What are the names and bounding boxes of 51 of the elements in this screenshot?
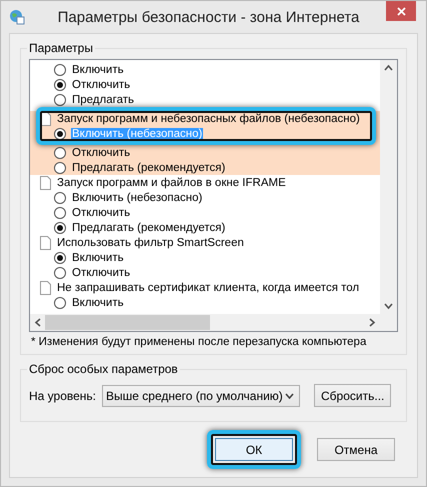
option-label: Включить xyxy=(71,64,125,76)
vertical-scrollbar[interactable] xyxy=(380,60,397,314)
radio-button[interactable] xyxy=(54,192,66,204)
group-label: Параметры xyxy=(27,41,95,55)
radio-button[interactable] xyxy=(54,94,66,106)
document-icon xyxy=(40,236,51,250)
option-label: Включить xyxy=(71,252,125,264)
radio-button[interactable] xyxy=(54,222,66,234)
option-label: Отключить xyxy=(71,78,132,90)
option-label: Отключить xyxy=(71,266,132,278)
option-label: Включить (небезопасно) xyxy=(71,192,204,204)
horizontal-scrollbar[interactable] xyxy=(30,314,380,331)
document-icon xyxy=(40,280,51,294)
chevron-right-icon[interactable] xyxy=(369,318,376,327)
globe-icon xyxy=(9,9,25,25)
chevron-down-icon[interactable] xyxy=(384,303,393,310)
radio-button[interactable] xyxy=(54,78,66,90)
restart-note: * Изменения будут применены после перезапуска компьютера xyxy=(30,336,368,348)
ok-button[interactable]: ОК xyxy=(215,438,293,461)
close-button[interactable] xyxy=(386,1,416,21)
window-title: Параметры безопасности - зона Интернета xyxy=(56,8,360,26)
radio-button[interactable] xyxy=(54,296,66,308)
setting-title: Запуск программ и небезопасных файлов (небезопасно) xyxy=(56,112,361,124)
radio-button[interactable] xyxy=(54,266,66,278)
radio-button[interactable] xyxy=(54,162,66,174)
setting-title: Не запрашивать сертификат клиента, когда имеется тол xyxy=(56,282,360,294)
option-label: Отключить xyxy=(71,146,132,158)
chevron-up-icon[interactable] xyxy=(384,64,393,71)
setting-title: Использовать фильтр SmartScreen xyxy=(56,236,245,248)
radio-button[interactable] xyxy=(54,146,66,158)
chevron-left-icon[interactable] xyxy=(34,318,41,327)
level-label: На уровень: xyxy=(29,388,96,402)
option-label: Включить xyxy=(71,296,125,308)
option-label: Включить (небезопасно) xyxy=(71,128,204,140)
radio-button[interactable] xyxy=(54,252,66,264)
close-icon xyxy=(396,6,406,16)
setting-title: Запуск программ и файлов в окне IFRAME xyxy=(56,176,287,188)
option-label: Предлагать xyxy=(71,94,135,106)
cancel-button[interactable]: Отмена xyxy=(317,438,395,461)
reset-button[interactable]: Сбросить... xyxy=(314,384,392,407)
group-label: Сброс особых параметров xyxy=(27,362,180,376)
option-label: Предлагать (рекомендуется) xyxy=(71,222,226,234)
level-dropdown[interactable]: Выше среднего (по умолчанию) xyxy=(102,384,300,406)
radio-button[interactable] xyxy=(54,206,66,218)
radio-button[interactable] xyxy=(54,128,66,140)
option-label: Предлагать (рекомендуется) xyxy=(71,162,226,174)
radio-button[interactable] xyxy=(54,64,66,76)
document-icon xyxy=(40,176,51,190)
scroll-thumb[interactable] xyxy=(45,315,210,330)
option-label: Отключить xyxy=(71,206,132,218)
settings-list[interactable] xyxy=(29,59,398,332)
